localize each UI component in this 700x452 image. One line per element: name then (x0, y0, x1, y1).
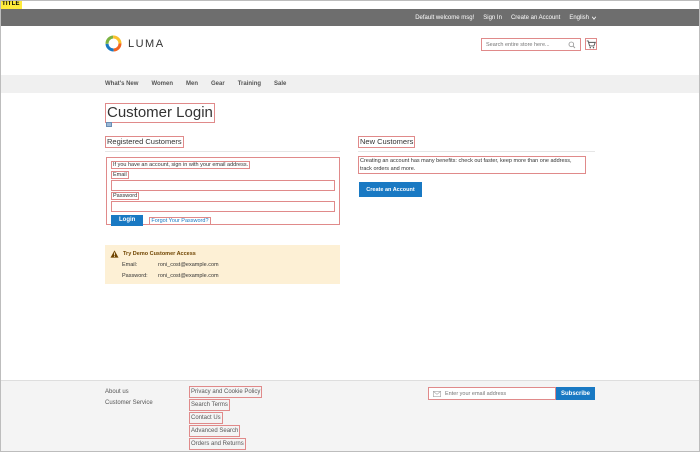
newsletter-box[interactable] (428, 387, 556, 400)
main-nav: What's New Women Men Gear Training Sale (0, 75, 700, 93)
email-field[interactable] (111, 180, 335, 191)
email-label: Email (111, 171, 129, 179)
nav-item-men[interactable]: Men (186, 81, 198, 87)
debug-title-badge: TITLE (0, 0, 22, 9)
logo[interactable]: LUMA (105, 35, 165, 52)
footer: About us Customer Service Privacy and Co… (0, 380, 700, 452)
warning-icon (110, 250, 119, 258)
footer-link-contact[interactable]: Contact Us (189, 412, 223, 424)
footer-links-primary: About us Customer Service (105, 389, 153, 411)
demo-password-value: roni_cost@example.com (158, 273, 219, 279)
search-icon[interactable] (568, 41, 576, 49)
newsletter-email-input[interactable] (445, 390, 545, 397)
nav-item-whats-new[interactable]: What's New (105, 81, 138, 87)
footer-link-about[interactable]: About us (105, 389, 153, 395)
demo-password-row: Password: roni_cost@example.com (122, 273, 219, 279)
footer-link-search-terms[interactable]: Search Terms (189, 399, 230, 411)
nav-item-women[interactable]: Women (151, 81, 173, 87)
search-input[interactable] (486, 41, 566, 48)
nav-item-training[interactable]: Training (238, 81, 261, 87)
language-switcher[interactable]: English (569, 15, 597, 21)
login-note: If you have an account, sign in with you… (111, 161, 251, 169)
nav-item-sale[interactable]: Sale (274, 81, 286, 87)
new-customers-text: Creating an account has many benefits: c… (358, 156, 586, 174)
password-label: Password (111, 192, 140, 200)
demo-title: Try Demo Customer Access (123, 251, 196, 257)
search-box[interactable] (481, 38, 581, 51)
sign-in-link[interactable]: Sign In (483, 15, 502, 21)
create-account-button[interactable]: Create an Account (359, 182, 422, 197)
luma-logo-icon (105, 35, 122, 52)
forgot-password-link[interactable]: Forgot Your Password? (149, 216, 211, 225)
envelope-icon (433, 390, 441, 397)
divider (358, 151, 595, 152)
login-actions: Login Forgot Your Password? (111, 215, 335, 226)
brand-name: LUMA (128, 37, 165, 50)
registered-customers-title: Registered Customers (105, 136, 184, 148)
login-form: If you have an account, sign in with you… (106, 157, 340, 226)
chevron-down-icon (591, 16, 597, 20)
footer-link-privacy[interactable]: Privacy and Cookie Policy (189, 386, 263, 398)
cart-button[interactable] (585, 38, 597, 50)
panel-header: Default welcome msg! Sign In Create an A… (0, 9, 700, 26)
demo-email-row: Email: roni_cost@example.com (122, 262, 219, 268)
demo-access-notice: Try Demo Customer Access Email: roni_cos… (105, 245, 340, 284)
demo-password-label: Password: (122, 273, 148, 279)
broken-image-icon (106, 122, 112, 127)
create-account-link[interactable]: Create an Account (511, 15, 560, 21)
welcome-message: Default welcome msg! (415, 14, 475, 21)
password-field[interactable] (111, 201, 335, 212)
footer-link-orders-returns[interactable]: Orders and Returns (189, 438, 246, 450)
footer-link-advanced-search[interactable]: Advanced Search (189, 425, 241, 437)
new-customers-title: New Customers (358, 136, 416, 148)
login-button[interactable]: Login (111, 215, 144, 226)
panel-links: Default welcome msg! Sign In Create an A… (415, 9, 597, 26)
page-title: Customer Login (105, 103, 215, 123)
footer-links-secondary: Privacy and Cookie Policy Search Terms C… (189, 386, 263, 451)
language-label: English (569, 14, 589, 21)
demo-email-label: Email: (122, 262, 138, 268)
cart-icon (586, 39, 596, 48)
footer-link-customer-service[interactable]: Customer Service (105, 400, 153, 406)
nav-item-gear[interactable]: Gear (211, 81, 225, 87)
divider (105, 151, 340, 152)
subscribe-button[interactable]: Subscribe (556, 387, 595, 400)
demo-email-value: roni_cost@example.com (158, 262, 219, 268)
